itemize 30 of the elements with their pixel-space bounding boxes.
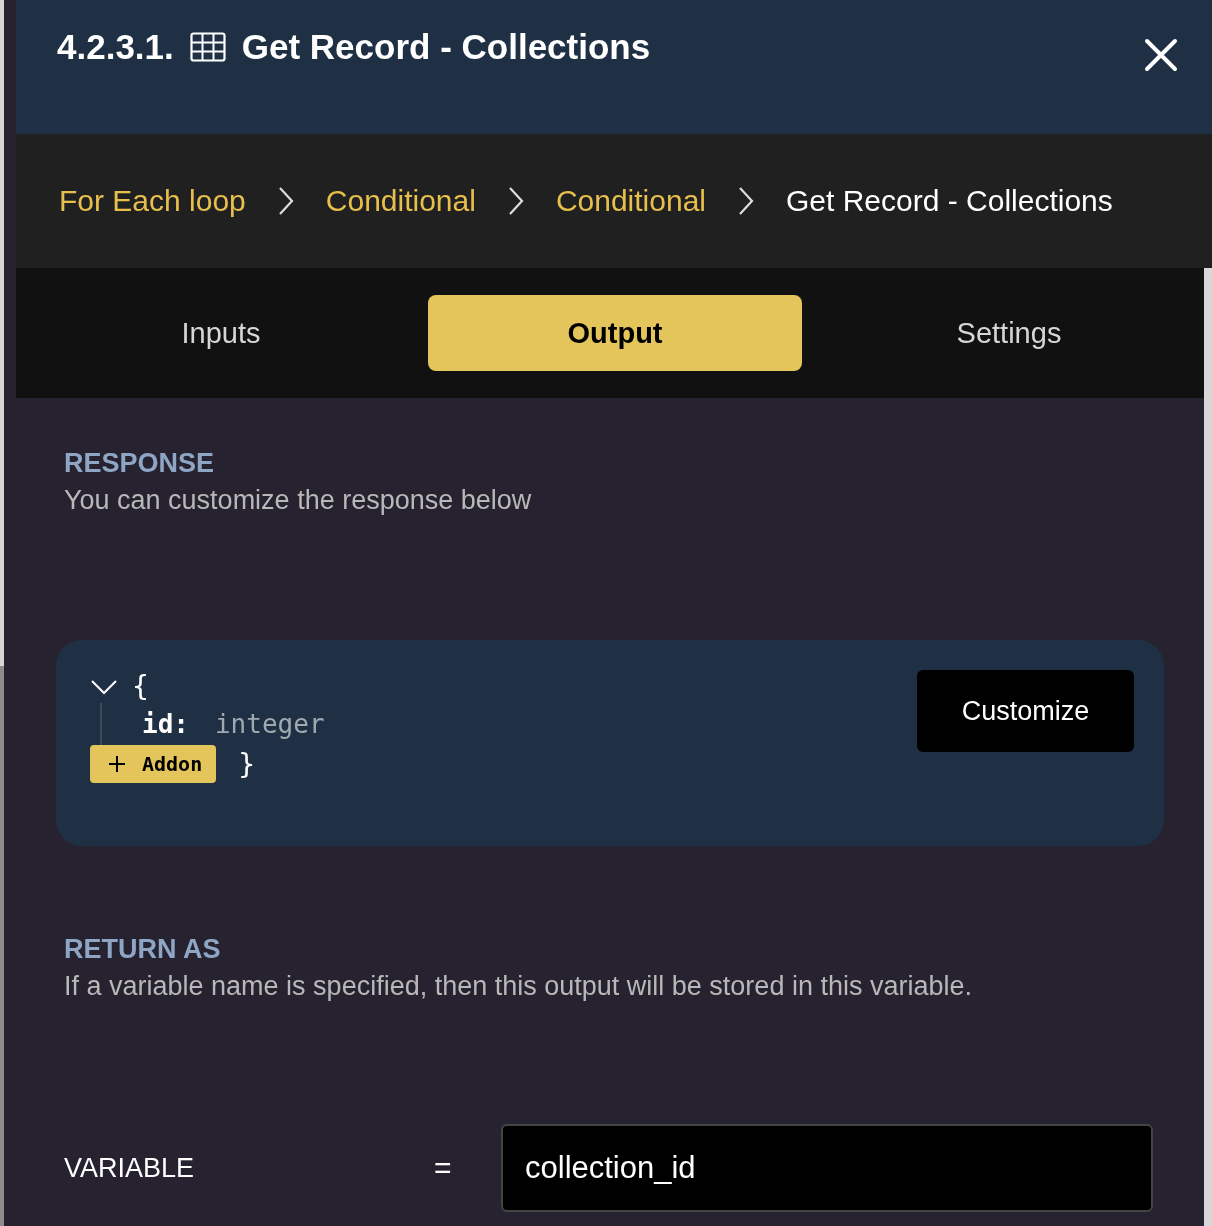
table-icon <box>189 32 226 62</box>
chevron-right-icon <box>738 186 754 216</box>
open-brace: { <box>132 670 149 703</box>
section-heading: RETURN AS <box>64 934 222 965</box>
customize-button[interactable]: Customize <box>917 670 1134 752</box>
addon-button[interactable]: Addon <box>90 745 217 783</box>
section-description: If a variable name is specified, then this output will be stored in this variable. <box>64 971 973 1002</box>
tab[interactable]: Inputs <box>34 295 408 371</box>
chevron-right-icon <box>507 186 524 216</box>
breadcrumb-link[interactable]: For Each loop <box>59 184 246 218</box>
close-brace: } <box>238 747 256 781</box>
tab[interactable]: Output <box>428 295 802 371</box>
chevron-right-icon <box>277 186 294 216</box>
breadcrumb-link[interactable]: Conditional <box>325 184 476 218</box>
variable-label: VARIABLE <box>64 1152 196 1184</box>
panel-title: Get Record - Collections <box>241 27 651 67</box>
section-heading: RESPONSE <box>64 448 216 479</box>
chevron-down-icon[interactable] <box>90 677 118 696</box>
scrollbar[interactable] <box>1204 268 1212 1226</box>
variable-input[interactable]: collection_id <box>501 1124 1153 1212</box>
equals-sign: = <box>434 1151 453 1185</box>
field-key: id: <box>142 709 189 739</box>
close-button[interactable] <box>1144 38 1178 72</box>
plus-icon <box>108 755 126 773</box>
field-type: integer <box>214 709 325 739</box>
step-number: 4.2.3.1. <box>57 27 174 67</box>
section-description: You can customize the response below <box>64 485 533 516</box>
tab[interactable]: Settings <box>822 295 1196 371</box>
breadcrumb-link[interactable]: Conditional <box>555 184 706 218</box>
breadcrumb-current: Get Record - Collections <box>786 184 1113 218</box>
